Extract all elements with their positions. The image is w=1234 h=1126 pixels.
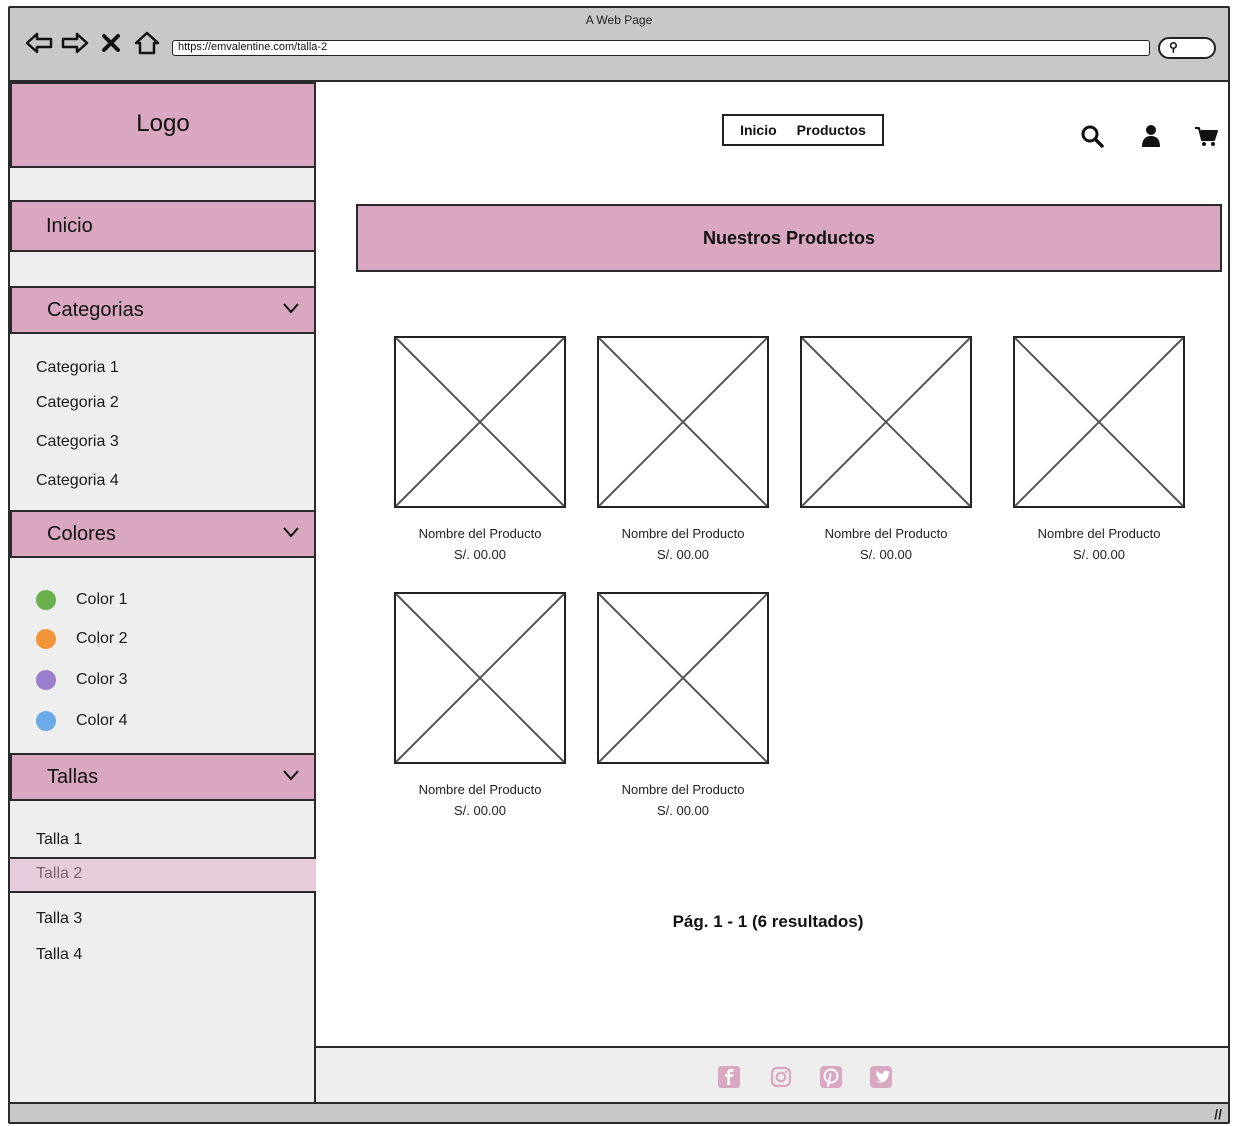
talla-item-4[interactable]: Talla 4 xyxy=(36,946,82,964)
product-name[interactable]: Nombre del Producto xyxy=(800,526,972,541)
magnifier-icon: ⚲ xyxy=(1169,40,1178,54)
browser-search-field[interactable]: ⚲ xyxy=(1158,37,1216,59)
category-item-2[interactable]: Categoria 2 xyxy=(36,394,119,412)
image-placeholder-icon[interactable] xyxy=(1013,336,1185,508)
stop-icon[interactable] xyxy=(96,30,126,56)
window-title: A Web Page xyxy=(585,13,653,27)
logo[interactable]: Logo xyxy=(10,82,316,168)
talla-item-3[interactable]: Talla 3 xyxy=(36,910,82,928)
footer xyxy=(316,1046,1228,1106)
back-icon[interactable] xyxy=(24,30,54,56)
color-item-4[interactable]: Color 4 xyxy=(36,711,128,731)
facebook-icon[interactable] xyxy=(718,1066,740,1088)
product-price: S/. 00.00 xyxy=(859,547,913,562)
color-swatch xyxy=(36,590,56,610)
resize-grip-icon[interactable]: // xyxy=(1214,1106,1222,1122)
category-item-3[interactable]: Categoria 3 xyxy=(36,433,119,451)
browser-window: A Web Page https://emvalentine.com/talla… xyxy=(8,6,1230,1124)
product-price: S/. 00.00 xyxy=(453,803,507,818)
image-placeholder-icon[interactable] xyxy=(597,592,769,764)
color-label: Color 2 xyxy=(76,630,128,647)
image-placeholder-icon[interactable] xyxy=(394,592,566,764)
instagram-icon[interactable] xyxy=(770,1066,792,1088)
pagination-summary: Pág. 1 - 1 (6 resultados) xyxy=(672,912,864,931)
nav-inicio[interactable]: Inicio xyxy=(740,122,777,138)
product-card[interactable]: Nombre del Producto S/. 00.00 xyxy=(394,336,566,562)
product-name[interactable]: Nombre del Producto xyxy=(597,782,769,797)
forward-icon[interactable] xyxy=(60,30,90,56)
category-item-4[interactable]: Categoria 4 xyxy=(36,472,119,490)
color-label: Color 1 xyxy=(76,591,128,608)
product-card[interactable]: Nombre del Producto S/. 00.00 xyxy=(597,336,769,562)
color-label: Color 3 xyxy=(76,671,128,688)
address-bar[interactable]: https://emvalentine.com/talla-2 xyxy=(172,40,1150,56)
chevron-down-icon xyxy=(283,770,299,781)
color-swatch xyxy=(36,711,56,731)
product-card[interactable]: Nombre del Producto S/. 00.00 xyxy=(394,592,566,818)
product-name[interactable]: Nombre del Producto xyxy=(394,526,566,541)
product-price: S/. 00.00 xyxy=(1072,547,1126,562)
color-swatch xyxy=(36,629,56,649)
color-label: Color 4 xyxy=(76,712,128,729)
colores-header[interactable]: Colores xyxy=(10,510,316,558)
twitter-icon[interactable] xyxy=(870,1066,892,1088)
color-item-3[interactable]: Color 3 xyxy=(36,670,128,690)
category-item-1[interactable]: Categoria 1 xyxy=(36,359,119,377)
product-price: S/. 00.00 xyxy=(656,547,710,562)
categorias-header[interactable]: Categorias xyxy=(10,286,316,334)
top-nav: Inicio Productos xyxy=(722,114,884,146)
product-name[interactable]: Nombre del Producto xyxy=(394,782,566,797)
sidebar-item-inicio[interactable]: Inicio xyxy=(10,200,316,252)
talla-item-1[interactable]: Talla 1 xyxy=(36,831,82,849)
browser-toolbar: A Web Page https://emvalentine.com/talla… xyxy=(10,8,1228,82)
tallas-header[interactable]: Tallas xyxy=(10,753,316,801)
product-name[interactable]: Nombre del Producto xyxy=(1013,526,1185,541)
colores-title: Colores xyxy=(47,523,116,545)
page-title: Nuestros Productos xyxy=(356,204,1222,272)
image-placeholder-icon[interactable] xyxy=(597,336,769,508)
product-card[interactable]: Nombre del Producto S/. 00.00 xyxy=(800,336,972,562)
home-icon[interactable] xyxy=(132,30,162,56)
categorias-title: Categorias xyxy=(47,299,144,321)
pinterest-icon[interactable] xyxy=(820,1066,842,1088)
product-name[interactable]: Nombre del Producto xyxy=(597,526,769,541)
product-card[interactable]: Nombre del Producto S/. 00.00 xyxy=(597,592,769,818)
user-icon[interactable] xyxy=(1138,124,1164,148)
color-swatch xyxy=(36,670,56,690)
sidebar: Logo Inicio Categorias Categoria 1 Categ… xyxy=(10,82,316,1106)
image-placeholder-icon[interactable] xyxy=(800,336,972,508)
nav-productos[interactable]: Productos xyxy=(797,122,866,138)
status-bar: // xyxy=(10,1102,1228,1122)
image-placeholder-icon[interactable] xyxy=(394,336,566,508)
chevron-down-icon xyxy=(283,303,299,314)
color-item-2[interactable]: Color 2 xyxy=(36,629,128,649)
chevron-down-icon xyxy=(283,527,299,538)
product-card[interactable]: Nombre del Producto S/. 00.00 xyxy=(1013,336,1185,562)
talla-item-2-selected[interactable]: Talla 2 xyxy=(10,857,316,893)
browser-nav-buttons xyxy=(24,30,162,56)
cart-icon[interactable] xyxy=(1194,124,1220,148)
product-price: S/. 00.00 xyxy=(453,547,507,562)
product-price: S/. 00.00 xyxy=(656,803,710,818)
color-item-1[interactable]: Color 1 xyxy=(36,590,128,610)
search-icon[interactable] xyxy=(1080,124,1106,148)
tallas-title: Tallas xyxy=(47,766,99,788)
